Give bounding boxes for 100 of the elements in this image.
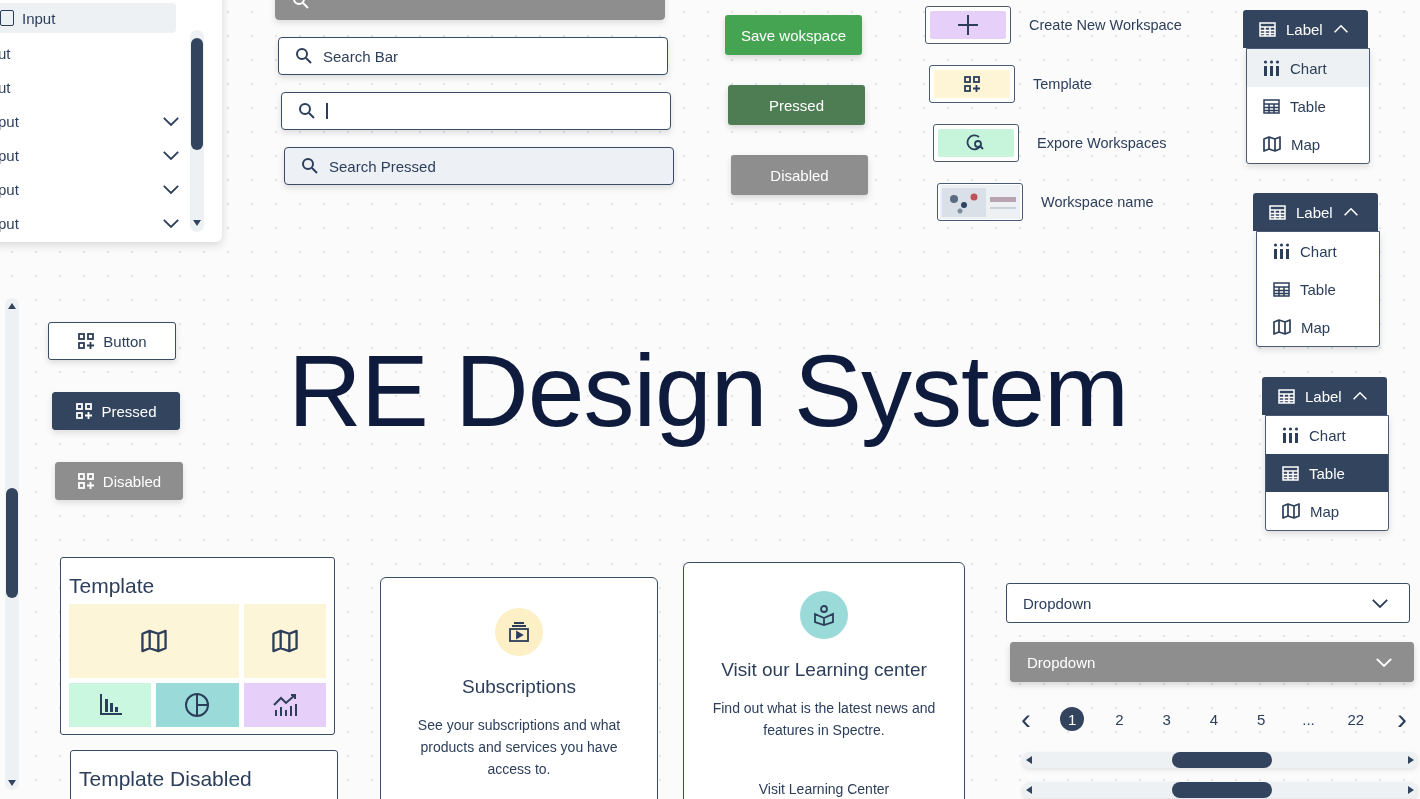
page-title: RE Design System: [288, 335, 1128, 448]
workspace-label: Create New Workspace: [1029, 17, 1182, 33]
save-button[interactable]: Pressed: [728, 85, 865, 125]
table-icon: [1273, 281, 1290, 297]
chevron-down-icon: [162, 183, 180, 195]
chevron-down-icon: [1371, 597, 1389, 609]
line-chart-icon: [271, 693, 298, 717]
table-icon: [1263, 98, 1280, 114]
chevron-up-icon: [1351, 391, 1368, 401]
grid-plus-icon: [963, 75, 981, 93]
template-card[interactable]: Template Disabled: [70, 750, 338, 799]
scrollbar[interactable]: [1022, 752, 1418, 768]
map-icon: [271, 629, 298, 653]
search-input[interactable]: Search Bar: [323, 47, 651, 65]
search-icon: [298, 102, 316, 120]
card-title: Visit our Learning center: [721, 659, 927, 681]
workspace-tile[interactable]: [933, 124, 1019, 162]
grid-plus-icon: [75, 402, 94, 420]
bar-chart-icon: [1273, 243, 1290, 259]
chevron-up-icon: [1342, 207, 1359, 217]
page-button[interactable]: 1: [1060, 707, 1085, 731]
workspace-tile[interactable]: [929, 65, 1015, 103]
menu-item[interactable]: Map: [1257, 308, 1379, 346]
page-button[interactable]: 3: [1154, 707, 1179, 731]
pie-chart-icon: [184, 692, 211, 718]
workspace-label: Workspace name: [1041, 194, 1154, 210]
arrow-left-icon[interactable]: [1026, 756, 1032, 764]
card-title: Template Disabled: [79, 767, 253, 791]
arrow-right-icon[interactable]: [1408, 786, 1414, 794]
previous-page-button[interactable]: ‹: [1015, 704, 1037, 734]
scrollbar-thumb[interactable]: [191, 38, 203, 150]
workspace-label: Template: [1033, 76, 1092, 92]
view-dropdown-button[interactable]: Label: [1262, 377, 1387, 415]
chevron-down-icon: [1375, 656, 1393, 668]
arrow-down-icon[interactable]: [8, 780, 16, 786]
list-item[interactable]: Input: [0, 3, 176, 33]
chevron-down-icon: [162, 115, 180, 127]
search-field[interactable]: Search Bar: [278, 37, 668, 75]
menu-item[interactable]: Map: [1247, 125, 1369, 163]
search-input[interactable]: Search Pressed: [329, 157, 657, 175]
search-icon: [295, 47, 313, 65]
scrollbar[interactable]: [5, 298, 19, 790]
table-icon: [1259, 21, 1276, 37]
template-card[interactable]: Template: [60, 557, 335, 735]
checkbox[interactable]: [0, 10, 14, 26]
arrow-down-icon[interactable]: [193, 220, 201, 226]
map-icon: [140, 629, 167, 653]
arrow-right-icon[interactable]: [1408, 756, 1414, 764]
learning-center-link[interactable]: Visit Learning Center: [758, 781, 890, 797]
plus-icon: [957, 14, 979, 36]
map-icon: [1263, 136, 1281, 152]
chevron-down-icon: [162, 149, 180, 161]
grid-plus-icon: [76, 472, 95, 490]
next-page-button[interactable]: ›: [1391, 704, 1413, 734]
workspace-label: Expore Workspaces: [1037, 135, 1167, 151]
text-cursor: [326, 103, 328, 119]
menu-item[interactable]: Chart: [1257, 232, 1379, 270]
map-icon: [1282, 503, 1300, 519]
scrollbar-thumb[interactable]: [1172, 782, 1272, 798]
icon-button[interactable]: Button: [48, 322, 176, 360]
grid-plus-icon: [77, 332, 96, 350]
card-description: Find out what is the latest news and features in Spectre.: [711, 699, 937, 740]
chevron-up-icon: [1332, 24, 1349, 34]
workspace-tile[interactable]: [925, 6, 1011, 44]
globe-search-icon: [966, 134, 986, 152]
bar-chart-icon: [1282, 427, 1299, 443]
view-dropdown-button[interactable]: Label: [1243, 10, 1368, 48]
chevron-down-icon: [162, 217, 180, 229]
page-button[interactable]: ...: [1296, 707, 1321, 731]
menu-item[interactable]: Table: [1257, 270, 1379, 308]
table-icon: [1282, 465, 1299, 481]
map-icon: [1273, 319, 1291, 335]
menu-item[interactable]: Table: [1266, 454, 1388, 492]
dropdown[interactable]: Dropdown: [1006, 583, 1410, 623]
menu-item[interactable]: Chart: [1266, 416, 1388, 454]
menu-item[interactable]: Table: [1247, 87, 1369, 125]
search-icon: [301, 157, 319, 175]
card-title: Subscriptions: [461, 676, 577, 698]
search-field[interactable]: Search Pressed: [284, 147, 674, 185]
scrollbar[interactable]: [1022, 782, 1418, 798]
page-button[interactable]: 22: [1343, 707, 1368, 731]
table-icon: [1278, 388, 1295, 404]
arrow-up-icon[interactable]: [8, 303, 16, 309]
menu-item[interactable]: Map: [1266, 492, 1388, 530]
scrollbar[interactable]: [190, 30, 204, 232]
scrollbar-thumb[interactable]: [1172, 752, 1272, 768]
bar-chart-icon: [98, 693, 123, 717]
scrollbar-thumb[interactable]: [6, 488, 18, 598]
card-description: See your subscriptions and what products and services you have access to.: [416, 716, 622, 779]
menu-item[interactable]: Chart: [1247, 49, 1369, 87]
card-title: Template: [69, 574, 156, 598]
view-dropdown-button[interactable]: Label: [1253, 193, 1378, 231]
search-field[interactable]: [281, 92, 671, 130]
icon-button[interactable]: Pressed: [52, 392, 180, 430]
table-icon: [1269, 204, 1286, 220]
arrow-left-icon[interactable]: [1026, 786, 1032, 794]
bar-chart-icon: [1263, 60, 1280, 76]
page-button[interactable]: 2: [1107, 707, 1132, 731]
page-button[interactable]: 4: [1202, 707, 1226, 731]
page-button[interactable]: 5: [1249, 707, 1274, 731]
